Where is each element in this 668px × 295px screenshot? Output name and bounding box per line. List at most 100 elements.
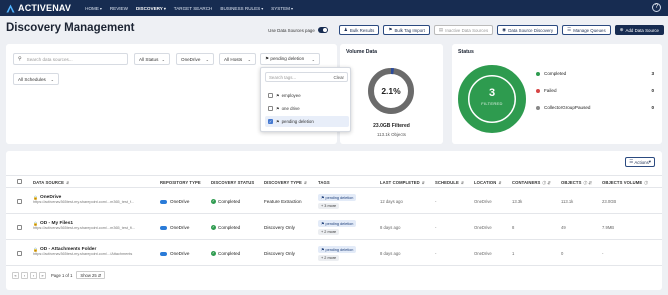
- col-schedule[interactable]: SCHEDULE ⇵: [435, 180, 464, 185]
- data-source-cell[interactable]: 🔒 OD - Attachments Folder https://activen…: [33, 247, 132, 256]
- legend-label: Completed: [544, 71, 567, 76]
- schedules-filter-select[interactable]: All Schedules ⌄: [13, 73, 59, 85]
- inactive-data-sources-button[interactable]: ▤ Inactive Data Sources: [433, 25, 494, 35]
- tag-chip[interactable]: ⚑ pending deletion: [318, 246, 357, 253]
- nav-discovery[interactable]: DISCOVERY ▾: [136, 6, 166, 11]
- logo-icon: [6, 3, 15, 13]
- col-objects-volume[interactable]: OBJECTS VOLUME ⓘ: [602, 180, 648, 186]
- data-source-discovery-button[interactable]: ◉ Data Source Discovery: [497, 25, 559, 35]
- status-filter-select[interactable]: All Status ⌄: [134, 53, 170, 65]
- col-discovery-type[interactable]: DISCOVERY TYPE ⇵: [264, 180, 307, 185]
- tag-chip-label: pending deletion: [325, 248, 354, 252]
- tag-filter-select[interactable]: ⚑ pending deletion ⌄: [260, 53, 320, 65]
- row-checkbox[interactable]: [17, 225, 22, 230]
- nav-review[interactable]: REVIEW: [110, 6, 128, 11]
- queue-icon: ☰: [567, 27, 572, 32]
- onedrive-icon: [160, 251, 167, 256]
- more-tags-chip[interactable]: + 2 more: [318, 229, 340, 235]
- location-cell: OneDrive: [474, 251, 492, 256]
- next-page-button[interactable]: ›: [30, 271, 37, 279]
- tag-search-input[interactable]: Search tags... Clear: [265, 72, 348, 82]
- actions-button[interactable]: ☰ Actions ▾: [625, 157, 655, 167]
- tag-search-placeholder: Search tags...: [269, 74, 297, 80]
- add-data-source-button[interactable]: ⊕ Add Data Source: [614, 25, 664, 35]
- data-sources-toggle[interactable]: [317, 27, 328, 33]
- plus-icon: ⊕: [619, 27, 624, 32]
- last-page-button[interactable]: »: [39, 271, 46, 279]
- add-data-source-label: Add Data Source: [625, 27, 659, 33]
- col-tags: TAGS: [318, 180, 330, 185]
- sort-icon: ⓘ ⇵: [582, 181, 593, 185]
- tag-option-checkbox[interactable]: [268, 106, 273, 111]
- col-label: SCHEDULE: [435, 180, 459, 185]
- repository-value: OneDrive: [170, 199, 190, 204]
- more-tags-chip[interactable]: + 2 more: [318, 255, 340, 261]
- status-legend-completed[interactable]: Completed 3: [536, 71, 654, 76]
- col-objects[interactable]: OBJECTS ⓘ ⇵: [561, 180, 592, 186]
- tag-option-pending-deletion[interactable]: ✓ ⚑ pending deletion: [265, 116, 349, 127]
- status-legend-failed[interactable]: Failed 0: [536, 88, 654, 93]
- containers-cell: 13.3k: [512, 199, 523, 204]
- tag-option-checkbox[interactable]: [268, 93, 273, 98]
- legend-count: 0: [651, 88, 654, 93]
- data-source-cell[interactable]: 🔒 OD - My Files1 https://activenav365test…: [33, 221, 135, 230]
- row-checkbox[interactable]: [17, 199, 22, 204]
- tag-option-label: one drive: [281, 106, 300, 111]
- col-containers[interactable]: CONTAINERS ⓘ ⇵: [512, 180, 551, 186]
- search-input[interactable]: ⚲ Search data sources...: [13, 53, 128, 65]
- tag-chip[interactable]: ⚑ pending deletion: [318, 220, 357, 227]
- nav-system[interactable]: SYSTEM ▾: [271, 6, 293, 11]
- volume-filtered: 23.0GB Filtered: [373, 123, 410, 129]
- col-last-completed[interactable]: LAST COMPLETED ⇵: [380, 180, 425, 185]
- data-sources-toggle-label: Use Data Sources page: [268, 27, 315, 33]
- activenav-logo[interactable]: ACTIVENAV: [6, 3, 71, 13]
- data-sources-table: ☰ Actions ▾ DATA SOURCE ⇵ REPOSITORY TYPE…: [6, 151, 662, 290]
- sort-icon: ⇵: [459, 181, 465, 185]
- divider: [6, 175, 662, 176]
- tag-option-one-drive[interactable]: ⚑ one drive: [265, 103, 349, 114]
- legend-count: 3: [651, 71, 654, 76]
- tag-option-label: pending deletion: [281, 119, 314, 124]
- schedule-cell: -: [435, 225, 437, 230]
- first-page-button[interactable]: «: [12, 271, 19, 279]
- bulk-tag-import-button[interactable]: ⚑ Bulk Tag Import: [383, 25, 430, 35]
- data-source-cell[interactable]: 🔒 OneDrive https://activenav365test-my.sh…: [33, 195, 134, 204]
- last-completed-cell: 12 days ago: [380, 199, 403, 204]
- nav-home[interactable]: HOME ▾: [85, 6, 102, 11]
- clear-tags-button[interactable]: Clear: [334, 75, 345, 80]
- status-legend-paused[interactable]: CollectorGroupPaused 0: [536, 105, 654, 110]
- hosts-filter-select[interactable]: All Hosts ⌄: [219, 53, 256, 65]
- manage-queues-button[interactable]: ☰ Manage Queues: [562, 25, 611, 35]
- volume-data-card: Volume Data 2.1% 23.0GB Filtered 113.1k …: [340, 44, 443, 144]
- prev-page-button[interactable]: ‹: [21, 271, 28, 279]
- col-location[interactable]: LOCATION ⇵: [474, 180, 502, 185]
- discovery-type-cell: Feature Extraction: [264, 199, 302, 204]
- tag-option-checkbox[interactable]: ✓: [268, 119, 273, 124]
- select-all-checkbox[interactable]: [17, 179, 22, 184]
- col-repository-type: REPOSITORY TYPE: [160, 180, 201, 185]
- col-data-source[interactable]: DATA SOURCE ⇵: [33, 180, 69, 185]
- tag-chip[interactable]: ⚑ pending deletion: [318, 194, 357, 201]
- status-cell: ✓ Completed: [211, 199, 240, 205]
- tags-cell: ⚑ pending deletion + 3 more: [318, 194, 357, 209]
- nav-target-search[interactable]: TARGET SEARCH: [174, 6, 213, 11]
- tag-option-employee[interactable]: ⚑ employee: [265, 90, 349, 101]
- page-size-select[interactable]: Show 25 ⇵: [76, 271, 106, 279]
- row-checkbox[interactable]: [17, 251, 22, 256]
- objects-cell: 49: [561, 225, 566, 230]
- bulk-tag-import-label: Bulk Tag Import: [394, 27, 425, 33]
- containers-cell: 1: [512, 251, 515, 256]
- bulk-results-button[interactable]: ♟ Bulk Results: [338, 25, 380, 35]
- sort-icon: ⇵: [420, 181, 426, 185]
- more-tags-chip[interactable]: + 3 more: [318, 203, 340, 209]
- legend-label: CollectorGroupPaused: [544, 105, 591, 110]
- repository-filter-select[interactable]: OneDrive ⌄: [176, 53, 214, 65]
- containers-cell: 8: [512, 225, 515, 230]
- tags-cell: ⚑ pending deletion + 2 more: [318, 246, 357, 261]
- status-card: Status 3 FILTERED Completed 3 Failed 0 C…: [452, 44, 662, 144]
- objects-volume-cell: 7.9MB: [602, 225, 615, 230]
- status-cell: ✓ Completed: [211, 225, 240, 231]
- chevron-down-icon: ⌄: [50, 76, 54, 82]
- nav-business-rules[interactable]: BUSINESS RULES ▾: [220, 6, 263, 11]
- help-icon[interactable]: ?: [652, 3, 661, 12]
